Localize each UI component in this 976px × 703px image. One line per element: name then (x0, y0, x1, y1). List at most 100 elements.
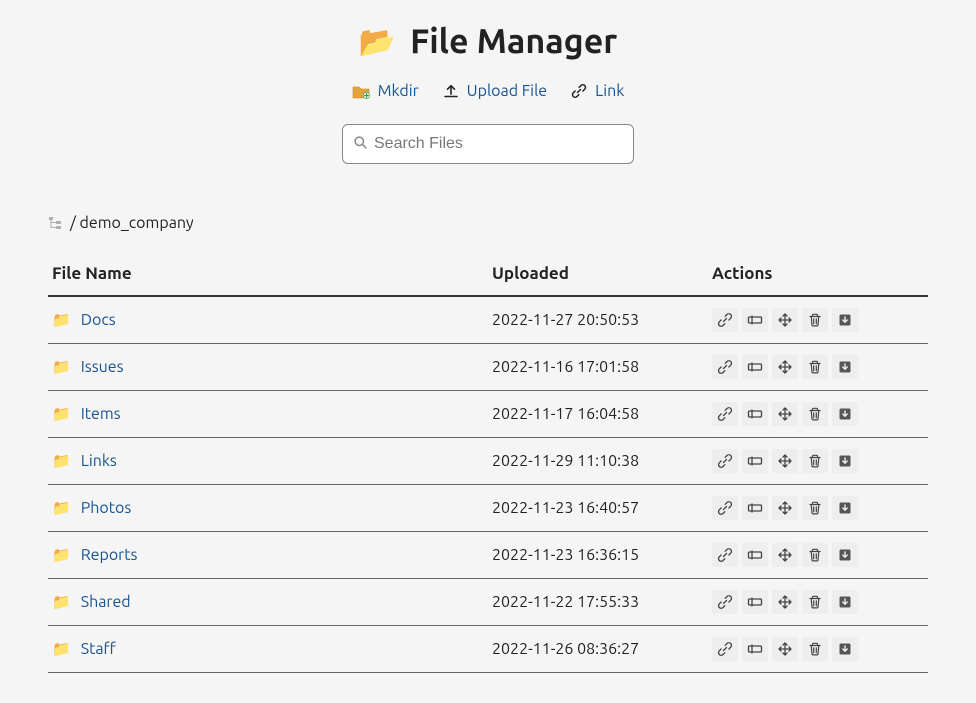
rename-action-icon (747, 641, 763, 657)
action-link[interactable] (712, 637, 738, 661)
actions-cell (712, 496, 924, 520)
link-action-icon (717, 312, 733, 328)
action-delete[interactable] (802, 402, 828, 426)
actions-cell (712, 402, 924, 426)
mkdir-button[interactable]: Mkdir (352, 82, 419, 100)
folder-link[interactable]: Shared (81, 593, 131, 611)
download-action-icon (837, 359, 853, 375)
rename-action-icon (747, 500, 763, 516)
column-header-actions: Actions (708, 254, 928, 296)
action-download[interactable] (832, 355, 858, 379)
action-download[interactable] (832, 637, 858, 661)
action-link[interactable] (712, 543, 738, 567)
action-download[interactable] (832, 449, 858, 473)
link-action-icon (717, 406, 733, 422)
uploaded-cell: 2022-11-22 17:55:33 (488, 579, 708, 626)
action-move[interactable] (772, 590, 798, 614)
action-download[interactable] (832, 543, 858, 567)
uploaded-cell: 2022-11-26 08:36:27 (488, 626, 708, 673)
action-rename[interactable] (742, 402, 768, 426)
folder-icon: 📁 (52, 546, 71, 564)
folder-link[interactable]: Docs (81, 311, 116, 329)
download-action-icon (837, 312, 853, 328)
delete-action-icon (807, 547, 823, 563)
column-header-name: File Name (48, 254, 488, 296)
action-link[interactable] (712, 308, 738, 332)
action-delete[interactable] (802, 590, 828, 614)
folder-link[interactable]: Issues (81, 358, 124, 376)
download-action-icon (837, 406, 853, 422)
actions-cell (712, 449, 924, 473)
action-delete[interactable] (802, 543, 828, 567)
folder-icon: 📁 (52, 593, 71, 611)
breadcrumb: / demo_company (48, 214, 928, 232)
action-download[interactable] (832, 590, 858, 614)
action-rename[interactable] (742, 543, 768, 567)
uploaded-cell: 2022-11-16 17:01:58 (488, 344, 708, 391)
rename-action-icon (747, 312, 763, 328)
action-rename[interactable] (742, 590, 768, 614)
action-move[interactable] (772, 402, 798, 426)
uploaded-cell: 2022-11-29 11:10:38 (488, 438, 708, 485)
rename-action-icon (747, 406, 763, 422)
rename-action-icon (747, 547, 763, 563)
folder-link[interactable]: Reports (81, 546, 138, 564)
action-delete[interactable] (802, 637, 828, 661)
action-move[interactable] (772, 543, 798, 567)
action-rename[interactable] (742, 308, 768, 332)
folder-open-icon: 📂 (359, 26, 396, 56)
action-rename[interactable] (742, 355, 768, 379)
action-link[interactable] (712, 590, 738, 614)
action-rename[interactable] (742, 449, 768, 473)
uploaded-cell: 2022-11-27 20:50:53 (488, 296, 708, 344)
action-move[interactable] (772, 496, 798, 520)
breadcrumb-path: / demo_company (70, 214, 194, 232)
move-action-icon (777, 500, 793, 516)
uploaded-cell: 2022-11-23 16:36:15 (488, 532, 708, 579)
move-action-icon (777, 453, 793, 469)
action-move[interactable] (772, 355, 798, 379)
folder-link[interactable]: Items (81, 405, 121, 423)
action-delete[interactable] (802, 308, 828, 332)
delete-action-icon (807, 312, 823, 328)
actions-cell (712, 355, 924, 379)
rename-action-icon (747, 453, 763, 469)
upload-icon (443, 83, 459, 99)
actions-cell (712, 590, 924, 614)
delete-action-icon (807, 453, 823, 469)
search-field[interactable] (342, 124, 634, 164)
link-action-icon (717, 594, 733, 610)
page-title: 📂 File Manager (359, 22, 618, 60)
folder-link[interactable]: Links (81, 452, 117, 470)
page-title-text: File Manager (410, 22, 617, 60)
column-header-uploaded: Uploaded (488, 254, 708, 296)
delete-action-icon (807, 406, 823, 422)
action-rename[interactable] (742, 637, 768, 661)
action-download[interactable] (832, 496, 858, 520)
table-row: 📁Links2022-11-29 11:10:38 (48, 438, 928, 485)
action-delete[interactable] (802, 496, 828, 520)
action-link[interactable] (712, 449, 738, 473)
action-move[interactable] (772, 449, 798, 473)
folder-link[interactable]: Photos (81, 499, 132, 517)
folder-icon: 📁 (52, 499, 71, 517)
action-link[interactable] (712, 355, 738, 379)
action-link[interactable] (712, 402, 738, 426)
action-link[interactable] (712, 496, 738, 520)
uploaded-cell: 2022-11-17 16:04:58 (488, 391, 708, 438)
upload-button[interactable]: Upload File (443, 82, 547, 100)
folder-link[interactable]: Staff (81, 640, 116, 658)
search-input[interactable] (374, 135, 623, 153)
action-rename[interactable] (742, 496, 768, 520)
upload-label: Upload File (467, 82, 547, 100)
action-move[interactable] (772, 637, 798, 661)
action-download[interactable] (832, 308, 858, 332)
action-move[interactable] (772, 308, 798, 332)
action-download[interactable] (832, 402, 858, 426)
link-button[interactable]: Link (571, 82, 624, 100)
action-delete[interactable] (802, 355, 828, 379)
table-row: 📁 Reports 2022-11-23 16:36:15 (48, 532, 928, 579)
download-action-icon (837, 453, 853, 469)
actions-cell (712, 308, 924, 332)
action-delete[interactable] (802, 449, 828, 473)
